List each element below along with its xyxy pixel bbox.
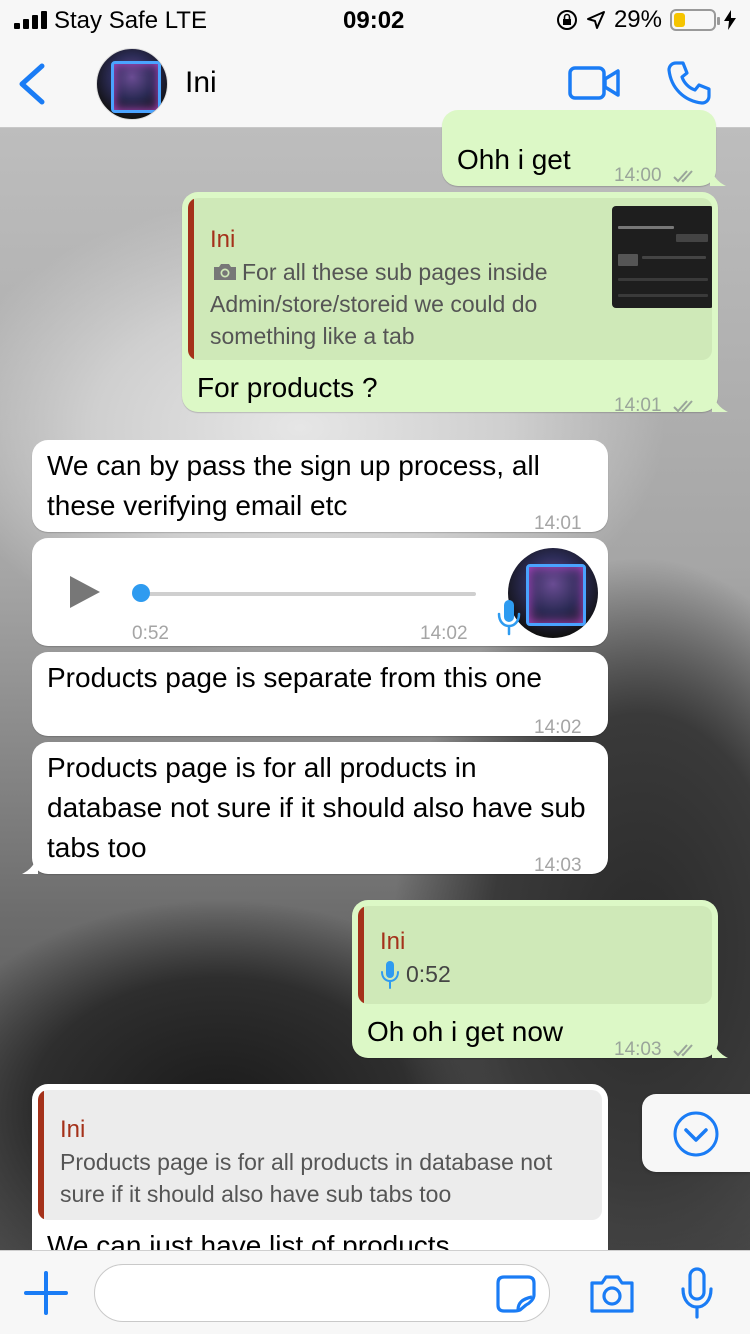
- quoted-message[interactable]: Ini 0:52: [358, 906, 712, 1004]
- message-bubble-outgoing[interactable]: Ini 0:52 Oh oh i get now 14:03: [352, 900, 728, 1060]
- read-ticks-icon: [673, 1044, 693, 1057]
- phone-icon[interactable]: [666, 60, 712, 106]
- microphone-icon[interactable]: [680, 1267, 714, 1319]
- sticker-icon[interactable]: [496, 1275, 536, 1313]
- message-text: Ohh i get: [457, 144, 571, 175]
- voice-progress-handle[interactable]: [132, 584, 150, 602]
- message-bubble-outgoing[interactable]: Ohh i get 14:00: [442, 110, 726, 186]
- message-timestamp: 14:02: [420, 623, 468, 644]
- quoted-photo-thumbnail: [612, 206, 712, 308]
- microphone-icon: [381, 961, 399, 989]
- quoted-text: 0:52: [406, 961, 451, 987]
- message-input[interactable]: [94, 1264, 550, 1322]
- plus-icon[interactable]: [24, 1271, 68, 1315]
- chevron-left-icon[interactable]: [14, 62, 48, 106]
- bubble-tail: [712, 1036, 728, 1058]
- bubble-tail: [22, 852, 38, 874]
- battery-fill: [674, 13, 686, 27]
- camera-icon[interactable]: [588, 1273, 636, 1315]
- voice-progress-track[interactable]: [136, 592, 476, 596]
- bubble-tail: [712, 390, 728, 412]
- message-timestamp: 14:00: [614, 156, 699, 196]
- message-text: Products page is separate from this one: [47, 662, 542, 693]
- orientation-lock-icon: [556, 10, 577, 30]
- quoted-author: Ini: [60, 1116, 86, 1143]
- quoted-text: For all these sub pages inside Admin/sto…: [210, 259, 548, 349]
- voice-message-bubble[interactable]: 0:52 14:02: [32, 538, 608, 646]
- message-text: For products ?: [197, 372, 378, 403]
- chevron-down-circle-icon: [673, 1111, 719, 1157]
- quoted-message[interactable]: Ini Products page is for all products in…: [38, 1090, 602, 1220]
- message-text: We can by pass the sign up process, all …: [47, 450, 540, 521]
- message-timestamp: 14:03: [614, 1030, 699, 1070]
- message-timestamp: 14:03: [534, 855, 582, 876]
- microphone-icon: [497, 600, 521, 636]
- message-text: Products page is for all products in dat…: [47, 752, 586, 863]
- contact-avatar[interactable]: [96, 48, 168, 120]
- voice-duration: 0:52: [132, 623, 169, 644]
- message-text: Oh oh i get now: [367, 1016, 564, 1047]
- message-timestamp: 14:01: [614, 386, 699, 426]
- charging-icon: [724, 10, 736, 30]
- quoted-author: Ini: [210, 226, 236, 253]
- status-bar: Stay Safe LTE 09:02 29%: [0, 0, 750, 40]
- message-bubble-incoming[interactable]: We can by pass the sign up process, all …: [32, 440, 608, 534]
- bubble-tail: [710, 164, 726, 186]
- message-bubble-incoming[interactable]: Products page is for all products in dat…: [22, 742, 608, 876]
- message-bubble-incoming[interactable]: Products page is separate from this one …: [32, 652, 608, 738]
- message-input-bar: [0, 1250, 750, 1334]
- read-ticks-icon: [673, 170, 693, 183]
- battery-icon: [670, 9, 720, 31]
- status-time: 09:02: [343, 7, 405, 34]
- play-icon[interactable]: [68, 574, 102, 610]
- quoted-message[interactable]: Ini For all these sub pages inside Admin…: [188, 198, 712, 360]
- battery-percent: 29%: [613, 6, 662, 33]
- contact-name[interactable]: Ini: [185, 66, 217, 100]
- message-bubble-outgoing[interactable]: Ini For all these sub pages inside Admin…: [182, 192, 728, 416]
- signal-icon: [14, 11, 47, 29]
- read-ticks-icon: [673, 400, 693, 413]
- location-icon: [586, 11, 605, 29]
- scroll-to-bottom-button[interactable]: [642, 1094, 750, 1172]
- quoted-author: Ini: [380, 928, 406, 955]
- video-call-icon[interactable]: [568, 64, 620, 102]
- carrier-label: Stay Safe LTE: [54, 7, 207, 34]
- quoted-text: Products page is for all products in dat…: [60, 1149, 553, 1207]
